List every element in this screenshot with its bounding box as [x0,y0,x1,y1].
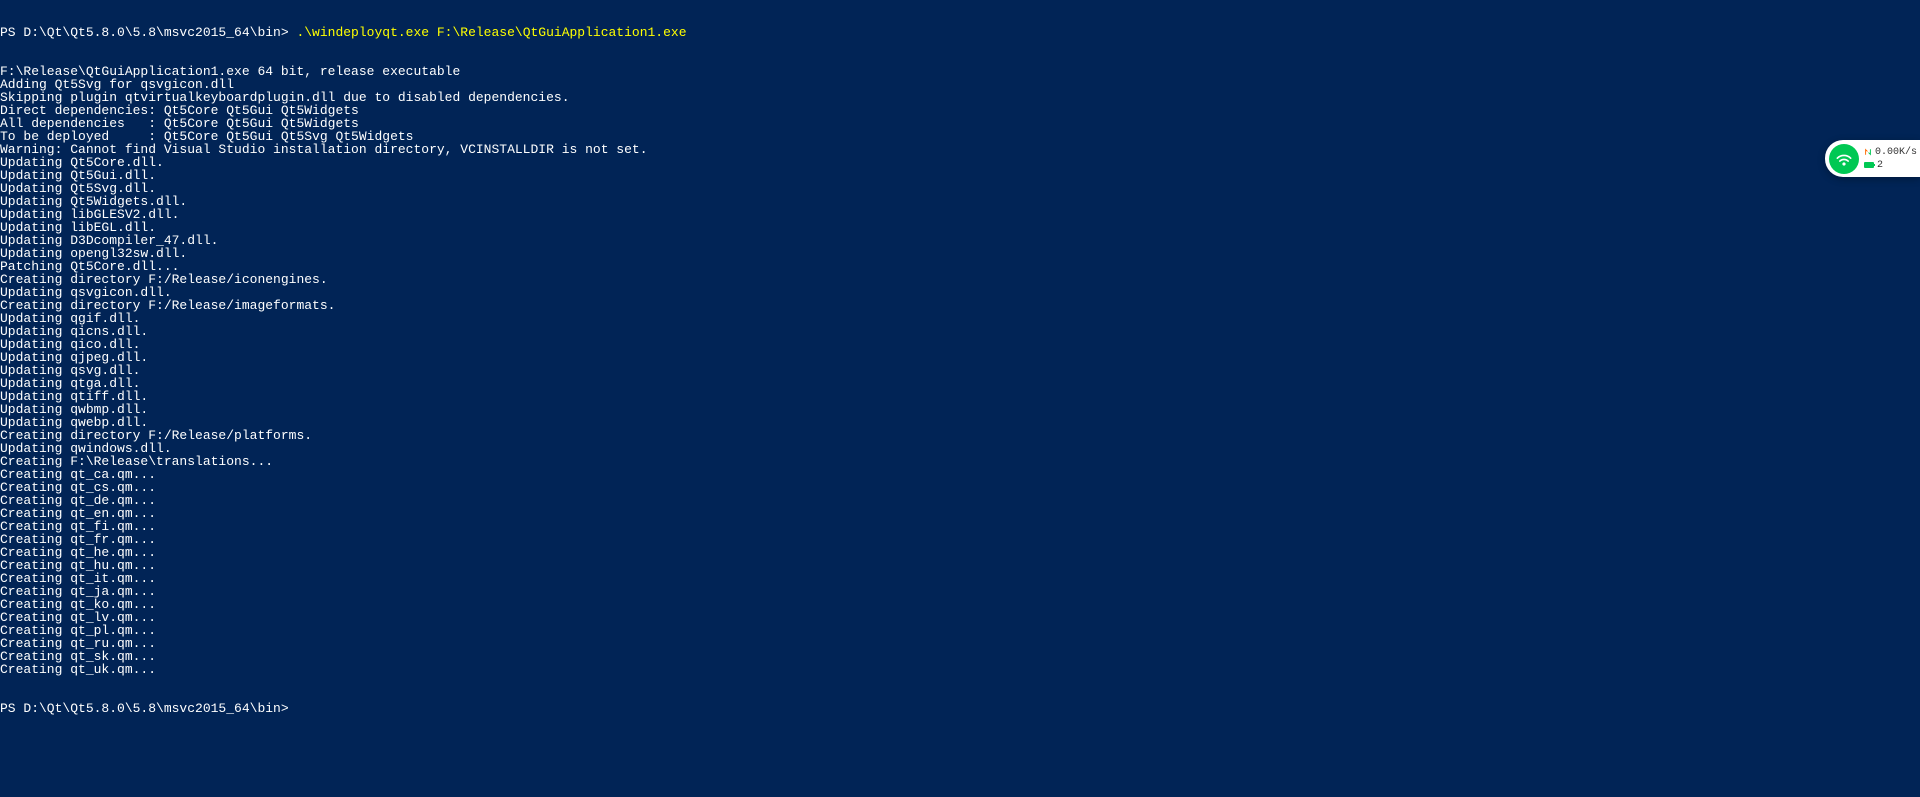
wifi-icon [1829,144,1859,174]
output-line: Updating opengl32sw.dll. [0,247,1920,260]
output-line: Updating qtga.dll. [0,377,1920,390]
battery-icon [1864,162,1874,168]
output-line: Creating qt_he.qm... [0,546,1920,559]
output-line: Creating directory F:/Release/iconengine… [0,273,1920,286]
output-line: Creating qt_fr.qm... [0,533,1920,546]
output-line: Creating qt_cs.qm... [0,481,1920,494]
speed-row: 0.00K/s [1864,146,1917,159]
output-line: Creating qt_hu.qm... [0,559,1920,572]
output-line: Creating qt_fi.qm... [0,520,1920,533]
output-block: F:\Release\QtGuiApplication1.exe 64 bit,… [0,65,1920,676]
output-line: Updating qjpeg.dll. [0,351,1920,364]
output-line: F:\Release\QtGuiApplication1.exe 64 bit,… [0,65,1920,78]
output-line: Creating qt_lv.qm... [0,611,1920,624]
output-line: Updating qtiff.dll. [0,390,1920,403]
output-line: Creating qt_it.qm... [0,572,1920,585]
prompt-text: PS D:\Qt\Qt5.8.0\5.8\msvc2015_64\bin> [0,25,296,40]
command-text: .\windeployqt.exe F:\Release\QtGuiApplic… [296,25,686,40]
output-line: Warning: Cannot find Visual Studio insta… [0,143,1920,156]
output-line: Creating F:\Release\translations... [0,455,1920,468]
output-line: Creating directory F:/Release/imageforma… [0,299,1920,312]
output-line: Updating qicns.dll. [0,325,1920,338]
powershell-terminal[interactable]: PS D:\Qt\Qt5.8.0\5.8\msvc2015_64\bin> .\… [0,0,1920,728]
output-line: Updating qwindows.dll. [0,442,1920,455]
command-line: PS D:\Qt\Qt5.8.0\5.8\msvc2015_64\bin> .\… [0,26,1920,39]
output-line: Updating Qt5Gui.dll. [0,169,1920,182]
battery-value: 2 [1877,159,1883,172]
output-line: Creating qt_ko.qm... [0,598,1920,611]
output-line: Creating qt_ru.qm... [0,637,1920,650]
output-line: Creating directory F:/Release/platforms. [0,429,1920,442]
output-line: Updating qwbmp.dll. [0,403,1920,416]
output-line: Updating qsvg.dll. [0,364,1920,377]
output-line: Updating qgif.dll. [0,312,1920,325]
output-line: Creating qt_de.qm... [0,494,1920,507]
output-line: Updating libGLESV2.dll. [0,208,1920,221]
output-line: Creating qt_sk.qm... [0,650,1920,663]
output-line: Updating qico.dll. [0,338,1920,351]
output-line: Updating D3Dcompiler_47.dll. [0,234,1920,247]
output-line: Updating libEGL.dll. [0,221,1920,234]
output-line: Creating qt_ja.qm... [0,585,1920,598]
widget-info: 0.00K/s 2 [1864,146,1917,172]
output-line: Updating Qt5Svg.dll. [0,182,1920,195]
output-line: Updating Qt5Widgets.dll. [0,195,1920,208]
speed-value: 0.00K/s [1875,146,1917,159]
output-line: Creating qt_pl.qm... [0,624,1920,637]
network-status-widget[interactable]: 0.00K/s 2 [1825,140,1920,177]
output-line: Creating qt_ca.qm... [0,468,1920,481]
output-line: Updating Qt5Core.dll. [0,156,1920,169]
battery-row: 2 [1864,159,1917,172]
output-line: Creating qt_en.qm... [0,507,1920,520]
current-prompt[interactable]: PS D:\Qt\Qt5.8.0\5.8\msvc2015_64\bin> [0,702,1920,715]
transfer-icon [1864,148,1872,156]
output-line: Creating qt_uk.qm... [0,663,1920,676]
